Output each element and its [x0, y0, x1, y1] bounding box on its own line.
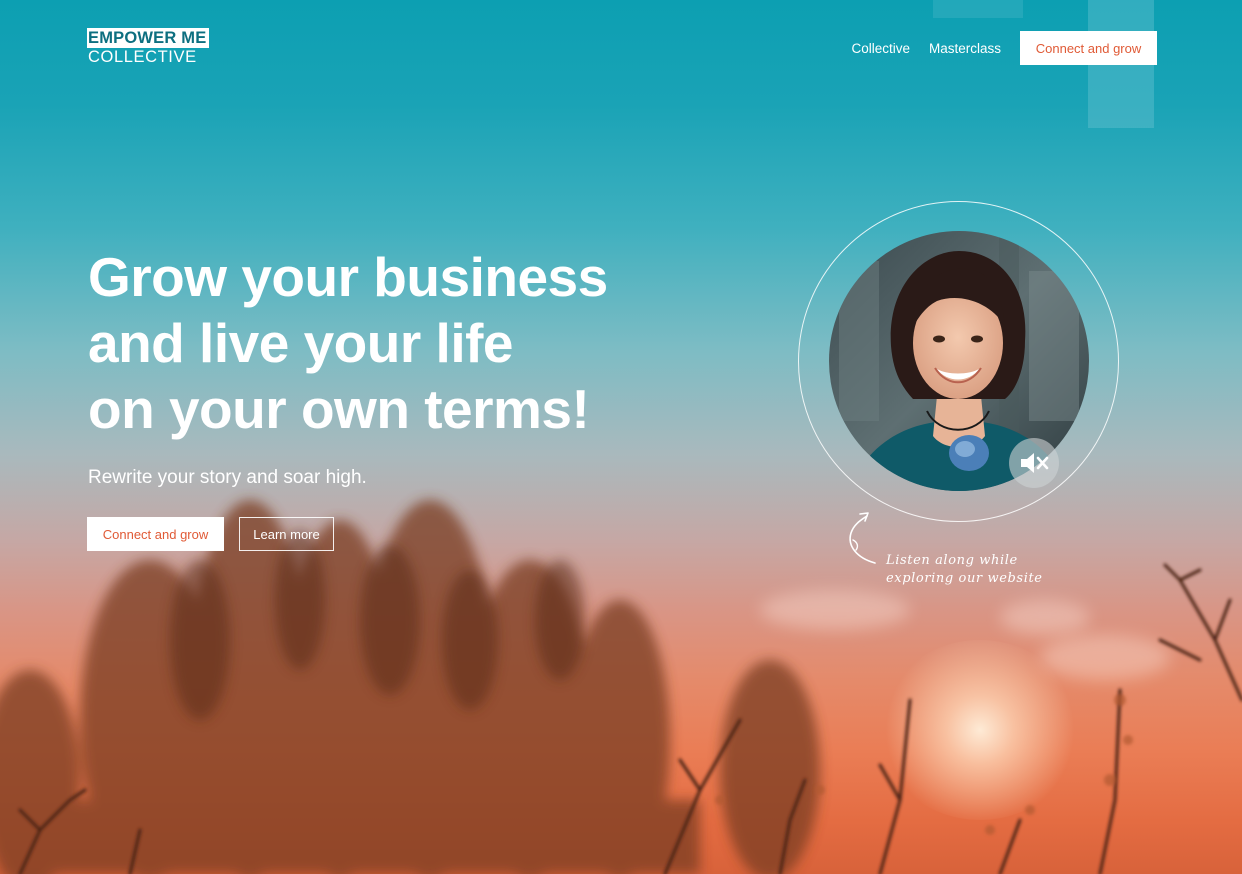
listen-caption-line: Listen along while [886, 553, 1018, 568]
hero-actions: Connect and grow Learn more [87, 517, 334, 551]
curved-arrow-icon [849, 512, 876, 564]
hero-title: Grow your business and live your life on… [88, 244, 608, 442]
nav-item-collective[interactable]: Collective [851, 41, 910, 56]
hero-title-line: and live your life [88, 312, 514, 374]
logo-line-1: EMPOWER ME [87, 28, 210, 48]
hero-title-line: Grow your business [88, 246, 608, 308]
learn-more-button[interactable]: Learn more [239, 517, 334, 551]
listen-caption: Listen along while exploring our website [886, 552, 1043, 588]
nav-item-masterclass[interactable]: Masterclass [929, 41, 1001, 56]
listen-caption-line: exploring our website [886, 571, 1043, 586]
logo-line-2: COLLECTIVE [88, 48, 197, 66]
nav-connect-button[interactable]: Connect and grow [1020, 31, 1157, 65]
hero-connect-button[interactable]: Connect and grow [87, 517, 224, 551]
logo[interactable]: EMPOWER ME COLLECTIVE [87, 28, 210, 67]
mute-toggle-button[interactable] [1009, 438, 1059, 488]
main-nav: Collective Masterclass Connect and grow [851, 31, 1157, 65]
speaker-muted-icon [1021, 453, 1049, 473]
hero-title-line: on your own terms! [88, 378, 590, 440]
hero-subtitle: Rewrite your story and soar high. [88, 467, 367, 488]
